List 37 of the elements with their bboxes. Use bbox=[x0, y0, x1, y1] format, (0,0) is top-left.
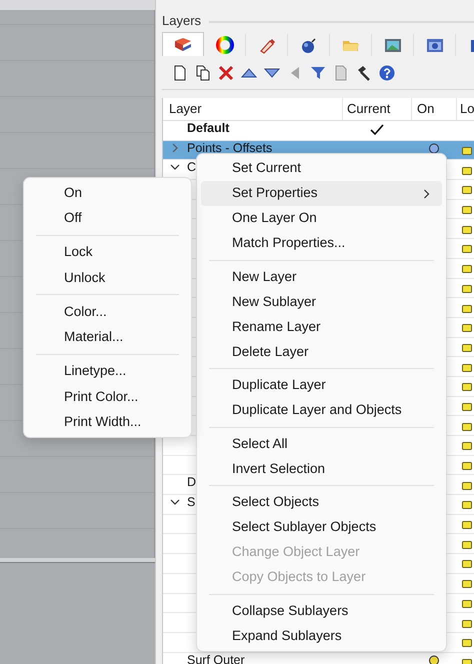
menu-item[interactable]: Lock bbox=[28, 240, 187, 265]
layer-name: Default bbox=[187, 122, 230, 134]
menu-item[interactable]: Select Sublayer Objects bbox=[201, 515, 442, 540]
menu-item[interactable]: Duplicate Layer bbox=[201, 373, 442, 398]
menu-item[interactable]: Print Color... bbox=[28, 384, 187, 410]
menu-item[interactable]: Unlock bbox=[28, 265, 187, 290]
layer-name: Surf Outer bbox=[187, 654, 245, 664]
menu-item[interactable]: Duplicate Layer and Objects bbox=[201, 398, 442, 423]
table-row[interactable]: Surf Outer bbox=[163, 652, 474, 664]
menu-item[interactable]: Select Objects bbox=[201, 490, 442, 515]
column-header[interactable]: Lo bbox=[456, 98, 474, 120]
column-header[interactable]: Current bbox=[342, 98, 411, 120]
column-header[interactable]: Layer bbox=[163, 98, 342, 120]
layer-name: D bbox=[187, 476, 196, 488]
menu-item[interactable]: Off bbox=[28, 206, 187, 231]
menu-item[interactable]: One Layer On bbox=[201, 206, 442, 231]
menu-item[interactable]: Color... bbox=[28, 299, 187, 324]
menu-item[interactable]: Delete Layer bbox=[201, 340, 442, 364]
menu-item[interactable]: Linetype... bbox=[28, 358, 187, 384]
menu-item[interactable]: Material... bbox=[28, 324, 187, 350]
menu-item[interactable]: Set Properties bbox=[201, 181, 442, 206]
menu-item[interactable]: Rename Layer bbox=[201, 314, 442, 340]
menu-item[interactable]: Match Properties... bbox=[201, 231, 442, 256]
menu-item[interactable]: New Layer bbox=[201, 264, 442, 290]
menu-item[interactable]: On bbox=[28, 180, 187, 206]
menu-item[interactable]: Expand Sublayers bbox=[201, 624, 442, 648]
menu-item[interactable]: Collapse Sublayers bbox=[201, 598, 442, 624]
menu-item[interactable]: Invert Selection bbox=[201, 456, 442, 482]
column-header[interactable]: On bbox=[411, 98, 456, 120]
layer-name: C bbox=[187, 161, 196, 174]
panel-title: Layers bbox=[162, 12, 202, 30]
menu-item[interactable]: Print Width... bbox=[28, 410, 187, 435]
menu-item[interactable]: Select All bbox=[201, 432, 442, 456]
layer-name: S bbox=[187, 496, 196, 508]
table-row[interactable]: Default bbox=[163, 121, 474, 141]
layer-name: Points - Offsets bbox=[187, 142, 272, 154]
menu-item[interactable]: New Sublayer bbox=[201, 290, 442, 314]
